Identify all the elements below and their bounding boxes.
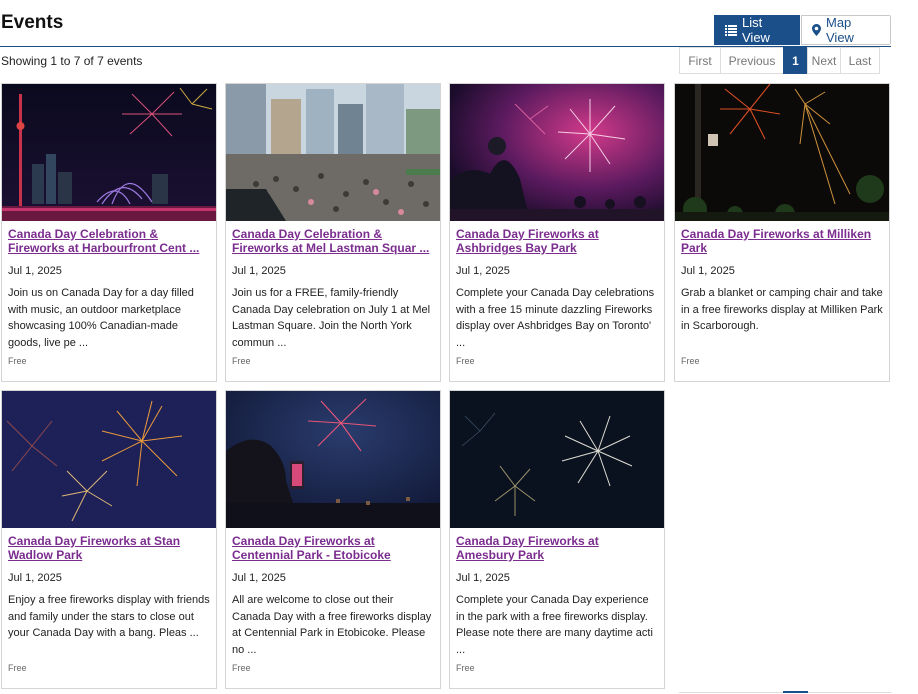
event-card: Canada Day Fireworks at Centennial Park …: [225, 390, 441, 689]
map-view-label: Map View: [826, 15, 854, 45]
map-marker-icon: [812, 24, 821, 36]
event-price: Free: [8, 663, 27, 673]
results-count: Showing 1 to 7 of 7 events: [1, 54, 143, 68]
event-card: Canada Day Fireworks at Stan Wadlow Park…: [1, 390, 217, 689]
event-price: Free: [681, 356, 700, 366]
event-description: Complete your Canada Day celebrations wi…: [456, 287, 655, 349]
mel-lastman-crowd-photo[interactable]: [226, 84, 440, 221]
event-card: Canada Day Fireworks at Milliken Park Ju…: [674, 83, 890, 382]
event-description: Complete your Canada Day experience in t…: [456, 594, 653, 656]
list-icon: [725, 24, 737, 36]
event-description: Grab a blanket or camping chair and take…: [681, 287, 883, 332]
amesbury-fireworks-photo[interactable]: [450, 391, 664, 528]
event-price: Free: [456, 356, 475, 366]
bottom-pagination-edge: [679, 691, 891, 693]
event-card: Canada Day Fireworks at Amesbury Park Ju…: [449, 390, 665, 689]
event-title-link[interactable]: Canada Day Celebration & Fireworks at Ha…: [8, 227, 210, 255]
event-title-link[interactable]: Canada Day Fireworks at Amesbury Park: [456, 534, 658, 562]
harbourfront-fireworks-photo[interactable]: [2, 84, 216, 221]
event-title-link[interactable]: Canada Day Fireworks at Stan Wadlow Park: [8, 534, 210, 562]
bottom-pagination-accent: [783, 691, 808, 693]
centennial-fireworks-photo[interactable]: [226, 391, 440, 528]
event-title-link[interactable]: Canada Day Celebration & Fireworks at Me…: [232, 227, 434, 255]
event-date: Jul 1, 2025: [232, 572, 286, 584]
pager-next[interactable]: Next: [807, 47, 841, 74]
event-title-link[interactable]: Canada Day Fireworks at Centennial Park …: [232, 534, 434, 562]
map-view-button[interactable]: Map View: [801, 15, 891, 45]
event-description: Join us for a FREE, family-friendly Cana…: [232, 287, 431, 349]
pager-last[interactable]: Last: [840, 47, 880, 74]
pager-first[interactable]: First: [679, 47, 721, 74]
pagination: First Previous 1 Next Last: [679, 47, 880, 74]
pager-previous[interactable]: Previous: [720, 47, 784, 74]
event-date: Jul 1, 2025: [232, 265, 286, 277]
event-price: Free: [232, 356, 251, 366]
pager-current-page[interactable]: 1: [783, 47, 808, 74]
ashbridges-fireworks-photo[interactable]: [450, 84, 664, 221]
event-date: Jul 1, 2025: [456, 265, 510, 277]
event-description: Enjoy a free fireworks display with frie…: [8, 594, 210, 639]
event-price: Free: [456, 663, 475, 673]
page-title: Events: [1, 12, 64, 33]
view-toggle: List View Map View: [714, 15, 891, 45]
event-price: Free: [8, 356, 27, 366]
event-date: Jul 1, 2025: [8, 572, 62, 584]
event-title-link[interactable]: Canada Day Fireworks at Ashbridges Bay P…: [456, 227, 658, 255]
list-view-label: List View: [742, 15, 770, 45]
event-date: Jul 1, 2025: [456, 572, 510, 584]
event-date: Jul 1, 2025: [8, 265, 62, 277]
event-title-link[interactable]: Canada Day Fireworks at Milliken Park: [681, 227, 883, 255]
event-card: Canada Day Fireworks at Ashbridges Bay P…: [449, 83, 665, 382]
stan-wadlow-fireworks-photo[interactable]: [2, 391, 216, 528]
event-description: Join us on Canada Day for a day filled w…: [8, 287, 194, 349]
event-date: Jul 1, 2025: [681, 265, 735, 277]
list-view-button[interactable]: List View: [714, 15, 800, 45]
event-card: Canada Day Celebration & Fireworks at Ha…: [1, 83, 217, 382]
event-card: Canada Day Celebration & Fireworks at Me…: [225, 83, 441, 382]
event-price: Free: [232, 663, 251, 673]
event-description: All are welcome to close out their Canad…: [232, 594, 432, 656]
milliken-fireworks-photo[interactable]: [675, 84, 889, 221]
